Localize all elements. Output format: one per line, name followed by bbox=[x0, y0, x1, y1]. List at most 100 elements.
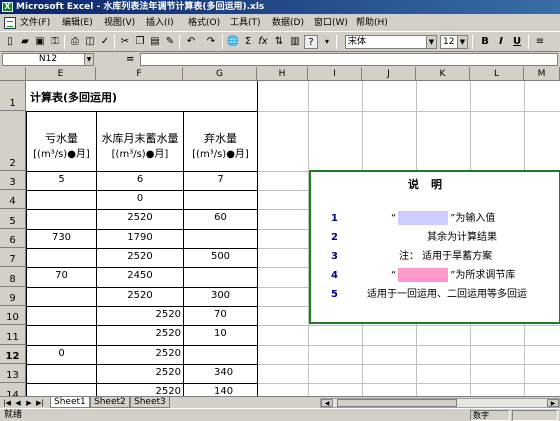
row-header-13[interactable]: 13 bbox=[0, 364, 26, 383]
row-header-11[interactable]: 11 bbox=[0, 325, 26, 345]
first-sheet-icon[interactable]: |◀ bbox=[2, 398, 12, 408]
cell-f8[interactable]: 2450 bbox=[97, 270, 183, 281]
copy-icon[interactable]: ❐ bbox=[133, 35, 147, 49]
column-header-g[interactable]: G bbox=[183, 67, 257, 81]
format-painter-icon[interactable]: ✎ bbox=[163, 35, 177, 49]
horizontal-scrollbar[interactable]: ◀ ▶ bbox=[320, 398, 560, 408]
cell-f14[interactable]: 2520 bbox=[97, 386, 181, 396]
prev-sheet-icon[interactable]: ◀ bbox=[13, 398, 23, 408]
last-sheet-icon[interactable]: ▶| bbox=[35, 398, 45, 408]
open-icon[interactable]: ▰ bbox=[18, 35, 32, 49]
permission-icon[interactable]: ⚿ bbox=[48, 35, 62, 49]
equals-sign[interactable]: = bbox=[126, 53, 134, 66]
print-preview-icon[interactable]: ◫ bbox=[83, 35, 97, 49]
cell-f4[interactable]: 0 bbox=[97, 193, 183, 204]
row-header-10[interactable]: 10 bbox=[0, 306, 26, 325]
row-header-12[interactable]: 12 bbox=[0, 345, 26, 364]
save-icon[interactable]: ▣ bbox=[33, 35, 47, 49]
column-header-j[interactable]: J bbox=[362, 67, 416, 81]
menu-window[interactable]: 窗口(W) bbox=[314, 14, 348, 32]
row-header-3[interactable]: 3 bbox=[0, 171, 26, 190]
column-header-m[interactable]: M bbox=[524, 67, 560, 81]
cell-f3[interactable]: 6 bbox=[97, 174, 183, 185]
cell-f9[interactable]: 2520 bbox=[97, 290, 183, 301]
description-box[interactable]: 说明 1 “ ”为输入值 2 其余为计算结果 3 注： 适用于旱蓄方案 4 “ ”为… bbox=[309, 170, 560, 324]
scroll-right-icon[interactable]: ▶ bbox=[547, 399, 559, 407]
tab-sheet2[interactable]: Sheet2 bbox=[90, 397, 130, 408]
cell-f5[interactable]: 2520 bbox=[97, 212, 183, 223]
row-header-6[interactable]: 6 bbox=[0, 229, 26, 248]
cell-g13[interactable]: 340 bbox=[214, 367, 233, 378]
worksheet-grid[interactable]: E F G H I J K L M 1 2 3 4 5 6 7 8 9 10 1… bbox=[0, 67, 560, 396]
scroll-thumb[interactable] bbox=[337, 399, 457, 407]
underline-button[interactable]: U bbox=[510, 35, 524, 49]
align-left-icon[interactable]: ≡ bbox=[533, 35, 547, 49]
formula-input[interactable] bbox=[140, 53, 558, 66]
column-header-e[interactable]: E bbox=[26, 67, 96, 81]
cell-e6[interactable]: 730 bbox=[27, 232, 96, 243]
autosum-icon[interactable]: Σ bbox=[241, 35, 255, 49]
cell-f6[interactable]: 1790 bbox=[97, 232, 183, 243]
new-icon[interactable]: ▯ bbox=[3, 35, 17, 49]
cell-g7[interactable]: 500 bbox=[184, 251, 257, 262]
paste-icon[interactable]: ▤ bbox=[148, 35, 162, 49]
spelling-icon[interactable]: ✓ bbox=[98, 35, 112, 49]
menu-help[interactable]: 帮助(H) bbox=[356, 14, 388, 32]
redo-icon[interactable]: ↷ bbox=[204, 35, 218, 49]
undo-icon[interactable]: ↶ bbox=[184, 35, 198, 49]
menu-file[interactable]: 文件(F) bbox=[20, 14, 50, 32]
row-header-8[interactable]: 8 bbox=[0, 267, 26, 287]
cell-f12[interactable]: 2520 bbox=[97, 348, 181, 359]
cell-g14[interactable]: 140 bbox=[214, 386, 233, 396]
menu-data[interactable]: 数据(D) bbox=[272, 14, 304, 32]
font-size-select[interactable]: 12 ▼ bbox=[440, 35, 468, 49]
row-header-5[interactable]: 5 bbox=[0, 209, 26, 229]
menu-view[interactable]: 视图(V) bbox=[104, 14, 135, 32]
tab-sheet1[interactable]: Sheet1 bbox=[50, 397, 90, 408]
row-header-1[interactable]: 1 bbox=[0, 81, 26, 111]
menu-tools[interactable]: 工具(T) bbox=[230, 14, 261, 32]
cell-g9[interactable]: 300 bbox=[184, 290, 257, 301]
cell-e3[interactable]: 5 bbox=[27, 174, 96, 185]
print-icon[interactable]: ⎙ bbox=[68, 35, 82, 49]
row-header-9[interactable]: 9 bbox=[0, 287, 26, 306]
zoom-dropdown-icon[interactable]: ▾ bbox=[320, 35, 334, 49]
scroll-left-icon[interactable]: ◀ bbox=[321, 399, 333, 407]
italic-button[interactable]: I bbox=[494, 35, 508, 49]
chart-wizard-icon[interactable]: ▥ bbox=[288, 35, 302, 49]
sort-ascending-icon[interactable]: ⇅ bbox=[272, 35, 286, 49]
row-header-4[interactable]: 4 bbox=[0, 190, 26, 209]
font-name-select[interactable]: 宋体 ▼ bbox=[345, 35, 437, 49]
column-header-f[interactable]: F bbox=[96, 67, 183, 81]
help-icon[interactable]: ? bbox=[304, 35, 318, 49]
cell-f11[interactable]: 2520 bbox=[97, 328, 181, 339]
function-icon[interactable]: fx bbox=[256, 35, 270, 49]
cut-icon[interactable]: ✂ bbox=[118, 35, 132, 49]
column-header-l[interactable]: L bbox=[470, 67, 524, 81]
hyperlink-icon[interactable]: 🌐 bbox=[226, 35, 240, 49]
chevron-down-icon[interactable]: ▼ bbox=[457, 36, 467, 48]
cell-f10[interactable]: 2520 bbox=[97, 309, 181, 320]
column-header-i[interactable]: I bbox=[308, 67, 362, 81]
cell-g11[interactable]: 10 bbox=[214, 328, 227, 339]
menu-insert[interactable]: 插入(I) bbox=[146, 14, 174, 32]
cell-f7[interactable]: 2520 bbox=[97, 251, 183, 262]
row-header-2[interactable]: 2 bbox=[0, 111, 26, 171]
column-header-h[interactable]: H bbox=[257, 67, 308, 81]
chevron-down-icon[interactable]: ▼ bbox=[84, 54, 93, 65]
cell-f13[interactable]: 2520 bbox=[97, 367, 181, 378]
row-header-7[interactable]: 7 bbox=[0, 248, 26, 267]
cell-e12[interactable]: 0 bbox=[27, 348, 96, 359]
cell-g10[interactable]: 70 bbox=[214, 309, 227, 320]
select-all-corner[interactable] bbox=[0, 67, 26, 81]
cell-e8[interactable]: 70 bbox=[27, 270, 96, 281]
menu-edit[interactable]: 编辑(E) bbox=[62, 14, 93, 32]
chevron-down-icon[interactable]: ▼ bbox=[426, 36, 436, 48]
bold-button[interactable]: B bbox=[478, 35, 492, 49]
tab-sheet3[interactable]: Sheet3 bbox=[130, 397, 170, 408]
name-box[interactable]: N12 ▼ bbox=[2, 53, 94, 66]
menu-format[interactable]: 格式(O) bbox=[188, 14, 220, 32]
cell-g5[interactable]: 60 bbox=[184, 212, 257, 223]
workbook-icon[interactable] bbox=[4, 17, 16, 29]
cell-g3[interactable]: 7 bbox=[184, 174, 257, 185]
